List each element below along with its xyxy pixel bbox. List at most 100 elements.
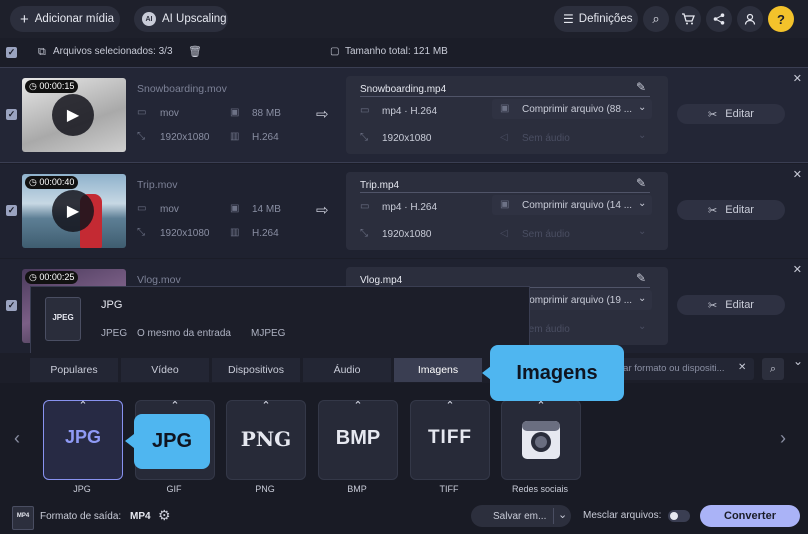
tab-imagens[interactable]: Imagens: [394, 358, 482, 382]
play-button[interactable]: ▶: [52, 94, 94, 136]
convert-button[interactable]: Converter: [700, 505, 800, 527]
file-size-icon: ▢: [330, 46, 340, 57]
plus-icon: +: [20, 10, 29, 28]
jpg-callout: JPG: [134, 414, 210, 469]
dropdown-divider: [553, 508, 554, 524]
merge-files-toggle[interactable]: [668, 510, 690, 522]
file-row[interactable]: ✓ ◷ 00:00:40 ▶ Trip.mov ▭ mov ▣ 14 MB ⤡ …: [0, 164, 808, 258]
output-format[interactable]: mp4 · H.264: [382, 106, 437, 117]
format-card-png[interactable]: ⌃ PNG: [226, 400, 306, 480]
caret-up-icon: ⌃: [170, 400, 180, 412]
compress-dropdown[interactable]: ▣ Comprimir arquivo (88 ... ⌄: [492, 99, 652, 119]
merge-files-label: Mesclar arquivos:: [583, 510, 662, 521]
edit-button[interactable]: ✂ Editar: [677, 295, 785, 315]
pencil-icon[interactable]: ✎: [636, 80, 646, 94]
tab-audio[interactable]: Áudio: [303, 358, 391, 382]
edit-label: Editar: [725, 299, 754, 311]
play-button[interactable]: ▶: [52, 190, 94, 232]
ai-upscaling-button[interactable]: AI AI Upscaling: [134, 6, 228, 32]
audio-label[interactable]: Sem áudio: [522, 229, 570, 240]
selection-bar: ✓ ⧉ Arquivos selecionados: 3/3 🗑 ▢ Taman…: [0, 38, 808, 66]
output-filename[interactable]: Vlog.mp4: [360, 275, 402, 286]
save-location-dropdown[interactable]: Salvar em... ⌄: [471, 505, 571, 527]
source-filename: Vlog.mov: [137, 274, 181, 286]
format-card-tiff[interactable]: ⌃ TIFF: [410, 400, 490, 480]
output-filename[interactable]: Snowboarding.mp4: [360, 84, 446, 95]
format-label-png: PNG: [255, 484, 275, 494]
scroll-right-arrow-icon[interactable]: ›: [780, 428, 786, 449]
search-button[interactable]: ⌕: [643, 6, 669, 32]
source-resolution: 1920x1080: [160, 132, 210, 143]
row-checkbox[interactable]: ✓: [6, 205, 17, 216]
file-row[interactable]: ✓ ◷ 00:00:15 ▶ Snowboarding.mov ▭ mov ▣ …: [0, 67, 808, 163]
sliders-icon: ☰: [563, 12, 574, 26]
resize-icon: ⤡: [360, 132, 368, 143]
filename-underline: [360, 192, 650, 193]
output-format-icon[interactable]: MP4: [12, 506, 34, 530]
clock-icon: ◷: [29, 177, 40, 187]
tab-dispositivos[interactable]: Dispositivos: [212, 358, 300, 382]
close-icon[interactable]: ✕: [793, 168, 802, 181]
share-button[interactable]: [706, 6, 732, 32]
add-media-button[interactable]: + Adicionar mídia: [10, 6, 120, 32]
chevron-down-icon: ⌄: [638, 198, 647, 209]
format-settings-button[interactable]: ⌕: [762, 358, 784, 380]
codec-icon: ▥: [230, 131, 240, 142]
source-size: 14 MB: [252, 204, 281, 215]
format-search-field[interactable]: rar formato ou dispositi... ✕: [612, 358, 754, 380]
imagens-callout-text: Imagens: [516, 361, 598, 384]
source-filename: Trip.mov: [137, 179, 178, 191]
bmp-icon: BMP: [335, 427, 381, 449]
pencil-icon[interactable]: ✎: [636, 176, 646, 190]
collapse-chevron-icon[interactable]: ⌄: [793, 354, 803, 368]
chevron-down-icon: ⌄: [558, 509, 568, 521]
video-thumbnail[interactable]: ◷ 00:00:40 ▶: [22, 174, 126, 248]
jpeg-file-icon-label: JPEG: [52, 313, 74, 322]
format-card-social[interactable]: ⌃: [501, 400, 581, 480]
popup-title: JPG: [101, 299, 123, 311]
video-thumbnail[interactable]: ◷ 00:00:15 ▶: [22, 78, 126, 152]
tab-video[interactable]: Vídeo: [121, 358, 209, 382]
audio-label[interactable]: Sem áudio: [522, 133, 570, 144]
output-format-value[interactable]: MP4: [130, 511, 151, 522]
settings-button[interactable]: ☰ Definições: [554, 6, 638, 32]
format-card-jpg[interactable]: ⌃ JPG: [43, 400, 123, 480]
close-icon[interactable]: ✕: [793, 263, 802, 276]
format-icon: ▭: [137, 107, 147, 118]
camera-icon: [522, 421, 560, 459]
edit-button[interactable]: ✂ Editar: [677, 104, 785, 124]
cart-button[interactable]: [675, 6, 701, 32]
edit-button[interactable]: ✂ Editar: [677, 200, 785, 220]
scissors-icon: ✂: [708, 108, 718, 121]
compress-label: Comprimir arquivo (14 ...: [522, 200, 633, 211]
scissors-icon: ✂: [708, 299, 718, 312]
output-format-icon-label: MP4: [16, 513, 30, 519]
format-icon: ▭: [360, 201, 370, 212]
output-format[interactable]: mp4 · H.264: [382, 202, 437, 213]
output-settings: Snowboarding.mp4 ✎ ▭ mp4 · H.264 ▣ Compr…: [346, 76, 668, 154]
account-button[interactable]: [737, 6, 763, 32]
row-checkbox[interactable]: ✓: [6, 109, 17, 120]
png-icon: PNG: [240, 427, 292, 451]
clock-icon: ◷: [29, 272, 40, 282]
clear-icon[interactable]: ✕: [738, 362, 746, 373]
tab-populares[interactable]: Populares: [30, 358, 118, 382]
files-icon: ⧉: [38, 46, 46, 58]
format-label-jpg: JPG: [73, 484, 91, 494]
format-card-bmp[interactable]: ⌃ BMP: [318, 400, 398, 480]
gear-icon[interactable]: ⚙: [158, 507, 171, 524]
footer-bar: MP4 Formato de saída: MP4 ⚙ Salvar em...…: [0, 500, 808, 534]
output-filename[interactable]: Trip.mp4: [360, 180, 399, 191]
ai-icon: AI: [142, 12, 156, 26]
help-button[interactable]: ?: [768, 6, 794, 32]
compress-dropdown[interactable]: ▣ Comprimir arquivo (14 ... ⌄: [492, 195, 652, 215]
pencil-icon[interactable]: ✎: [636, 271, 646, 285]
scroll-left-arrow-icon[interactable]: ‹: [14, 428, 20, 449]
select-all-checkbox[interactable]: ✓: [6, 47, 17, 58]
popup-detail-resolution: O mesmo da entrada: [137, 328, 231, 339]
trash-icon[interactable]: 🗑: [188, 45, 202, 58]
row-checkbox[interactable]: ✓: [6, 300, 17, 311]
format-label-gif: GIF: [166, 484, 182, 494]
close-icon[interactable]: ✕: [793, 72, 802, 85]
popup-detail-codec: JPEG: [101, 328, 128, 339]
